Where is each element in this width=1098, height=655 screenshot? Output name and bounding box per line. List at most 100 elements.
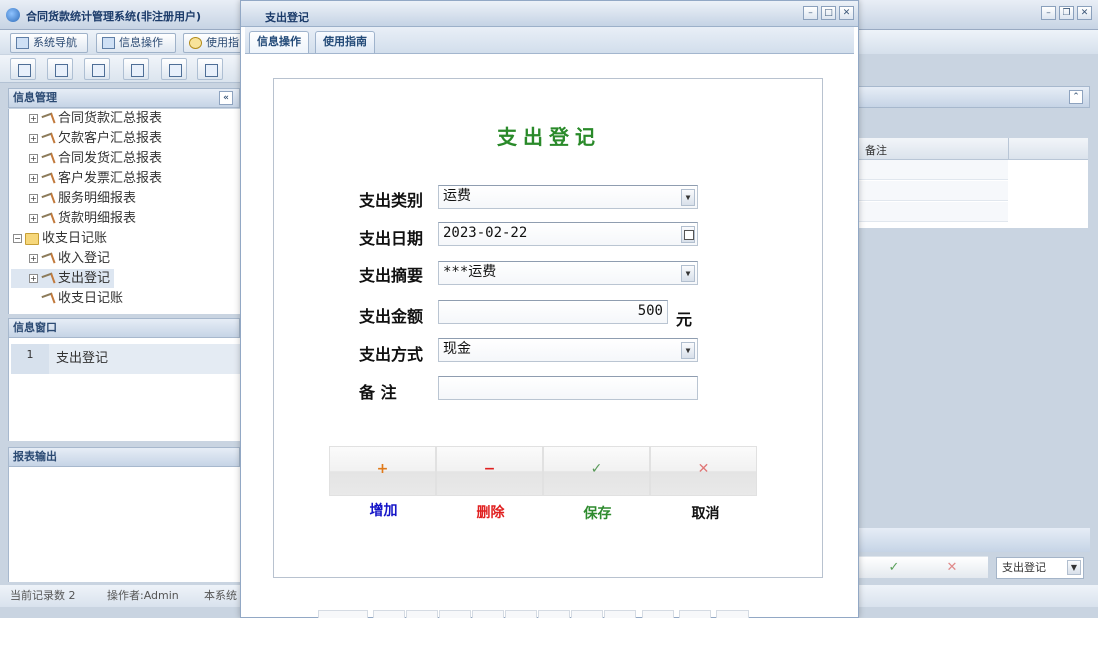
calendar-icon[interactable] [681,226,695,243]
report-title: 报表输出 [8,447,240,467]
data-grid: 备注 [858,138,1088,228]
close-icon[interactable]: ✕ [839,6,854,20]
collapse-node-icon[interactable]: − [13,234,22,243]
tool-icon [41,253,55,265]
tree-item[interactable]: + 合同货款汇总报表 [29,109,162,128]
tool-icon [41,173,55,185]
method-select[interactable]: 现金 ▼ [438,338,698,362]
save-button[interactable]: ✓ [543,446,650,496]
expand-icon[interactable]: + [29,134,38,143]
add-button-label[interactable]: 增加 [330,500,437,520]
plus-icon: + [376,461,389,477]
minimize-icon[interactable]: – [1041,6,1056,20]
tree-folder[interactable]: − 收支日记账 [13,229,107,248]
window-icon[interactable] [161,58,187,80]
cancel-button-label[interactable]: 取消 [652,503,759,523]
expand-icon[interactable]: + [29,194,38,203]
tree-item[interactable]: + 欠款客户汇总报表 [29,129,162,148]
collapse-icon[interactable]: « [219,91,233,105]
grid-header: 备注 [858,138,1088,160]
restore-icon[interactable]: ❐ [1059,6,1074,20]
pager-button[interactable] [318,610,368,618]
export-icon[interactable] [197,58,223,80]
dialog-tabs: 信息操作 使用指南 [245,27,854,54]
add-button[interactable]: + [329,446,436,496]
pager-button[interactable] [642,610,674,618]
pager-button[interactable] [679,610,711,618]
report-output [8,467,240,582]
right-footer-bar [858,528,1090,552]
clock-icon [189,37,202,49]
category-label: 支出类别 [359,191,424,210]
pager-button[interactable] [439,610,471,618]
category-select[interactable]: 运费 ▼ [438,185,698,209]
menu-guide[interactable]: 使用指 [183,33,243,53]
expand-icon[interactable]: + [29,174,38,183]
pager-button[interactable] [505,610,537,618]
save-button-label[interactable]: 保存 [544,503,651,523]
table-row[interactable] [858,181,1008,201]
expand-icon[interactable]: + [29,214,38,223]
expand-icon[interactable]: + [29,274,38,283]
amount-label: 支出金额 [359,307,424,326]
pager-button[interactable] [373,610,405,618]
tree-item[interactable]: + 收入登记 [29,249,110,268]
app-background: 合同货款统计管理系统(非注册用户) – ❐ ✕ 系统导航 信息操作 使用指 信息… [0,0,1098,618]
tool-icon [41,133,55,145]
expand-icon[interactable]: + [29,154,38,163]
tree-item-selected[interactable]: + 支出登记 [11,269,115,288]
expand-icon[interactable]: + [29,114,38,123]
document-icon[interactable] [84,58,110,80]
maximize-icon[interactable]: □ [821,6,836,20]
module-select[interactable]: 支出登记 ▼ [996,557,1084,579]
search-icon[interactable] [10,58,36,80]
delete-button-label[interactable]: 删除 [437,502,544,522]
minimize-icon[interactable]: – [803,6,818,20]
tree-item[interactable]: 收支日记账 [41,289,123,308]
app-logo-icon [6,8,20,22]
list-icon[interactable] [47,58,73,80]
table-row[interactable] [858,160,1008,180]
cancel-button[interactable]: ✕ [650,446,757,496]
tab-info-ops[interactable]: 信息操作 [249,31,309,53]
summary-select[interactable]: ***运费 ▼ [438,261,698,285]
cancel-button-bg[interactable]: ✕ [916,556,988,578]
users-icon[interactable] [123,58,149,80]
tree-item[interactable]: + 合同发货汇总报表 [29,149,162,168]
pager-button[interactable] [604,610,636,618]
list-item[interactable]: 1 支出登记 [11,344,241,374]
tool-icon [41,113,55,125]
expand-icon[interactable]: + [29,254,38,263]
tree-item[interactable]: + 服务明细报表 [29,189,136,208]
tree-item[interactable]: + 客户发票汇总报表 [29,169,162,188]
chevron-down-icon[interactable]: ▼ [681,342,695,359]
record-count: 当前记录数 2 [10,589,76,602]
right-status-bar [858,585,1098,607]
menu-info-ops[interactable]: 信息操作 [96,33,176,53]
pager-button[interactable] [472,610,504,618]
delete-button[interactable]: − [436,446,543,496]
table-row[interactable] [858,202,1008,222]
chevron-down-icon[interactable]: ▼ [681,265,695,282]
check-icon: ✓ [590,461,603,477]
pager-button[interactable] [571,610,603,618]
pager-button[interactable] [716,610,749,618]
amount-input[interactable]: 500 [438,300,668,324]
info-panel-title: 信息管理 « [8,88,240,108]
menu-system-nav[interactable]: 系统导航 [10,33,88,53]
chevron-down-icon[interactable]: ▼ [1067,560,1081,575]
pager-button[interactable] [538,610,570,618]
collapse-up-icon[interactable]: ⌃ [1069,90,1083,104]
close-icon[interactable]: ✕ [1077,6,1092,20]
app-window-controls: – ❐ ✕ [1041,6,1092,20]
tab-guide[interactable]: 使用指南 [315,31,375,53]
folder-icon [25,232,39,245]
date-input[interactable]: 2023-02-22 [438,222,698,246]
monitor-icon [16,37,29,49]
pager-button[interactable] [406,610,438,618]
status-bar: 当前记录数 2 操作者:Admin 本系统 [0,585,240,607]
note-input[interactable] [438,376,698,400]
method-label: 支出方式 [359,345,424,364]
tree-item[interactable]: + 货款明细报表 [29,209,136,228]
chevron-down-icon[interactable]: ▼ [681,189,695,206]
